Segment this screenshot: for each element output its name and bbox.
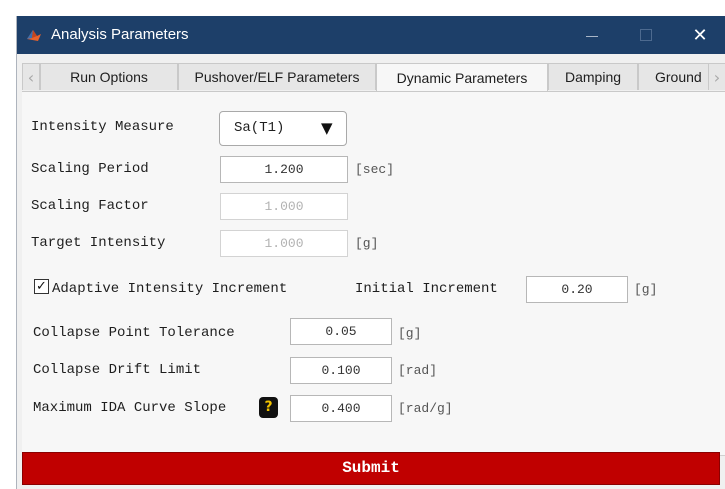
title-bar: Analysis Parameters ✕ xyxy=(17,16,725,54)
tab-damping[interactable]: Damping xyxy=(548,63,638,90)
tab-label: Run Options xyxy=(70,69,148,85)
intensity-measure-dropdown[interactable]: Sa(T1) ▼ xyxy=(219,111,347,146)
max-ida-slope-unit: [rad/g] xyxy=(398,401,453,416)
collapse-tolerance-input[interactable]: 0.05 xyxy=(290,318,392,345)
tab-label: Dynamic Parameters xyxy=(396,70,528,86)
collapse-drift-label: Collapse Drift Limit xyxy=(33,362,202,378)
scaling-period-label: Scaling Period xyxy=(31,161,149,177)
scaling-factor-label: Scaling Factor xyxy=(31,198,149,214)
help-icon[interactable]: ? xyxy=(259,397,278,418)
collapse-tolerance-unit: [g] xyxy=(398,326,422,341)
tab-pushover-elf-parameters[interactable]: Pushover/ELF Parameters xyxy=(178,63,376,90)
max-ida-slope-label: Maximum IDA Curve Slope xyxy=(33,400,227,416)
matlab-app-icon xyxy=(27,30,41,41)
close-icon: ✕ xyxy=(692,24,708,46)
target-intensity-unit: [g] xyxy=(355,236,379,251)
adaptive-increment-label: Adaptive Intensity Increment xyxy=(52,281,288,297)
initial-increment-input[interactable]: 0.20 xyxy=(526,276,628,303)
target-intensity-input: 1.000 xyxy=(220,230,348,257)
chevron-down-icon: ▼ xyxy=(321,119,333,137)
collapse-drift-unit: [rad] xyxy=(398,363,438,378)
tab-ground[interactable]: Ground xyxy=(638,63,710,90)
tab-label: Ground xyxy=(655,69,702,85)
minimize-button[interactable] xyxy=(565,16,619,54)
tab-run-options[interactable]: Run Options xyxy=(40,63,178,90)
adaptive-increment-checkbox[interactable]: ✓ xyxy=(34,279,49,294)
minimize-icon xyxy=(586,35,598,37)
checkmark-icon: ✓ xyxy=(36,279,47,294)
tab-label: Damping xyxy=(564,69,622,85)
scaling-period-input[interactable]: 1.200 xyxy=(220,156,348,183)
target-intensity-label: Target Intensity xyxy=(31,235,166,251)
tab-dynamic-parameters[interactable]: Dynamic Parameters xyxy=(376,63,548,92)
initial-increment-unit: [g] xyxy=(634,282,658,297)
chevron-left-icon: ‹ xyxy=(27,67,35,87)
tab-scroll-left-button[interactable]: ‹ xyxy=(22,63,40,90)
intensity-measure-label: Intensity Measure xyxy=(31,119,174,135)
chevron-right-icon: › xyxy=(713,67,721,87)
tab-scroll-right-button[interactable]: › xyxy=(708,63,725,90)
scaling-period-unit: [sec] xyxy=(355,162,395,177)
initial-increment-label: Initial Increment xyxy=(355,281,498,297)
maximize-button[interactable] xyxy=(619,16,673,54)
tab-label: Pushover/ELF Parameters xyxy=(194,69,360,85)
collapse-drift-input[interactable]: 0.100 xyxy=(290,357,392,384)
maximize-icon xyxy=(640,29,652,41)
collapse-tolerance-label: Collapse Point Tolerance xyxy=(33,325,235,341)
intensity-measure-value: Sa(T1) xyxy=(234,120,285,136)
max-ida-slope-input[interactable]: 0.400 xyxy=(290,395,392,422)
submit-button[interactable]: Submit xyxy=(22,452,720,485)
close-button[interactable]: ✕ xyxy=(673,16,725,54)
window-title: Analysis Parameters xyxy=(51,26,189,43)
tab-bar: ‹ Run Options Pushover/ELF Parameters Dy… xyxy=(22,63,725,92)
scaling-factor-input: 1.000 xyxy=(220,193,348,220)
